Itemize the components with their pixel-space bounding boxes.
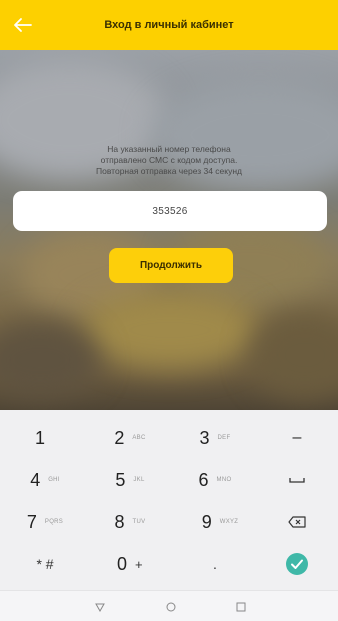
key-digit: 1 bbox=[34, 427, 45, 448]
page-title: Вход в личный кабинет bbox=[104, 19, 234, 31]
numeric-keyboard: 1 2 ABC 3 DEF – 4 GHI 5 JKL 6 MNO 7 PQRS… bbox=[0, 410, 338, 590]
key-digit: 2 bbox=[114, 427, 125, 448]
info-line: На указанный номер телефона bbox=[107, 144, 231, 154]
backspace-icon bbox=[288, 516, 306, 528]
arrow-left-icon bbox=[14, 18, 32, 32]
back-button[interactable] bbox=[10, 12, 36, 38]
nav-home-button[interactable] bbox=[162, 598, 180, 616]
continue-button-label: Продолжить bbox=[139, 260, 203, 271]
key-star-hash[interactable]: * # bbox=[15, 546, 75, 582]
key-9[interactable]: 9 WXYZ bbox=[180, 504, 260, 540]
key-digit: 4 bbox=[30, 469, 41, 490]
system-nav-bar bbox=[0, 590, 338, 621]
nav-back-button[interactable] bbox=[91, 598, 109, 616]
key-7[interactable]: 7 PQRS bbox=[15, 504, 75, 540]
space-key[interactable] bbox=[272, 462, 322, 498]
nav-recents-button[interactable] bbox=[232, 598, 250, 616]
key-letters: MNO bbox=[216, 477, 232, 483]
backspace-key[interactable] bbox=[272, 504, 322, 540]
key-dot[interactable]: . bbox=[180, 546, 250, 582]
key-0[interactable]: 0 + bbox=[95, 546, 165, 582]
key-symbol: . bbox=[213, 556, 217, 572]
key-letters: JKL bbox=[133, 477, 145, 483]
key-minus[interactable]: – bbox=[272, 420, 322, 456]
home-circle-icon bbox=[166, 602, 176, 612]
app-header: Вход в личный кабинет bbox=[0, 0, 338, 50]
info-line: отправлено СМС с кодом доступа. bbox=[100, 155, 238, 165]
sms-info-text: На указанный номер телефона отправлено С… bbox=[40, 144, 298, 177]
key-letters: GHI bbox=[48, 477, 60, 483]
key-5[interactable]: 5 JKL bbox=[95, 462, 165, 498]
space-icon bbox=[289, 478, 305, 483]
key-digit: 6 bbox=[198, 469, 209, 490]
key-digit: 8 bbox=[114, 511, 125, 532]
key-letters: TUV bbox=[132, 519, 146, 525]
back-triangle-icon bbox=[95, 603, 105, 612]
sms-code-input[interactable]: 353526 bbox=[13, 191, 327, 231]
key-digit: 0 bbox=[117, 553, 128, 574]
key-1[interactable]: 1 bbox=[10, 420, 70, 456]
check-icon bbox=[286, 553, 308, 575]
key-3[interactable]: 3 DEF bbox=[180, 420, 250, 456]
key-4[interactable]: 4 GHI bbox=[15, 462, 75, 498]
key-2[interactable]: 2 ABC bbox=[95, 420, 165, 456]
done-key[interactable] bbox=[272, 546, 322, 582]
background-photo: На указанный номер телефона отправлено С… bbox=[0, 50, 338, 410]
key-symbol: * # bbox=[36, 556, 54, 572]
resend-timer-text: Повторная отправка через 34 секунд bbox=[96, 166, 242, 176]
key-symbol: – bbox=[292, 429, 302, 446]
key-letters: ABC bbox=[132, 435, 146, 441]
key-digit: 7 bbox=[26, 511, 37, 532]
key-letters: WXYZ bbox=[219, 519, 239, 525]
key-digit: 9 bbox=[201, 511, 212, 532]
recents-square-icon bbox=[236, 602, 246, 612]
key-letters: + bbox=[135, 556, 143, 572]
key-letters: DEF bbox=[217, 435, 231, 441]
continue-button[interactable]: Продолжить bbox=[109, 248, 233, 283]
key-8[interactable]: 8 TUV bbox=[95, 504, 165, 540]
key-letters: PQRS bbox=[44, 519, 64, 525]
key-digit: 3 bbox=[199, 427, 210, 448]
key-digit: 5 bbox=[115, 469, 126, 490]
sms-code-value: 353526 bbox=[152, 205, 188, 217]
key-6[interactable]: 6 MNO bbox=[180, 462, 250, 498]
